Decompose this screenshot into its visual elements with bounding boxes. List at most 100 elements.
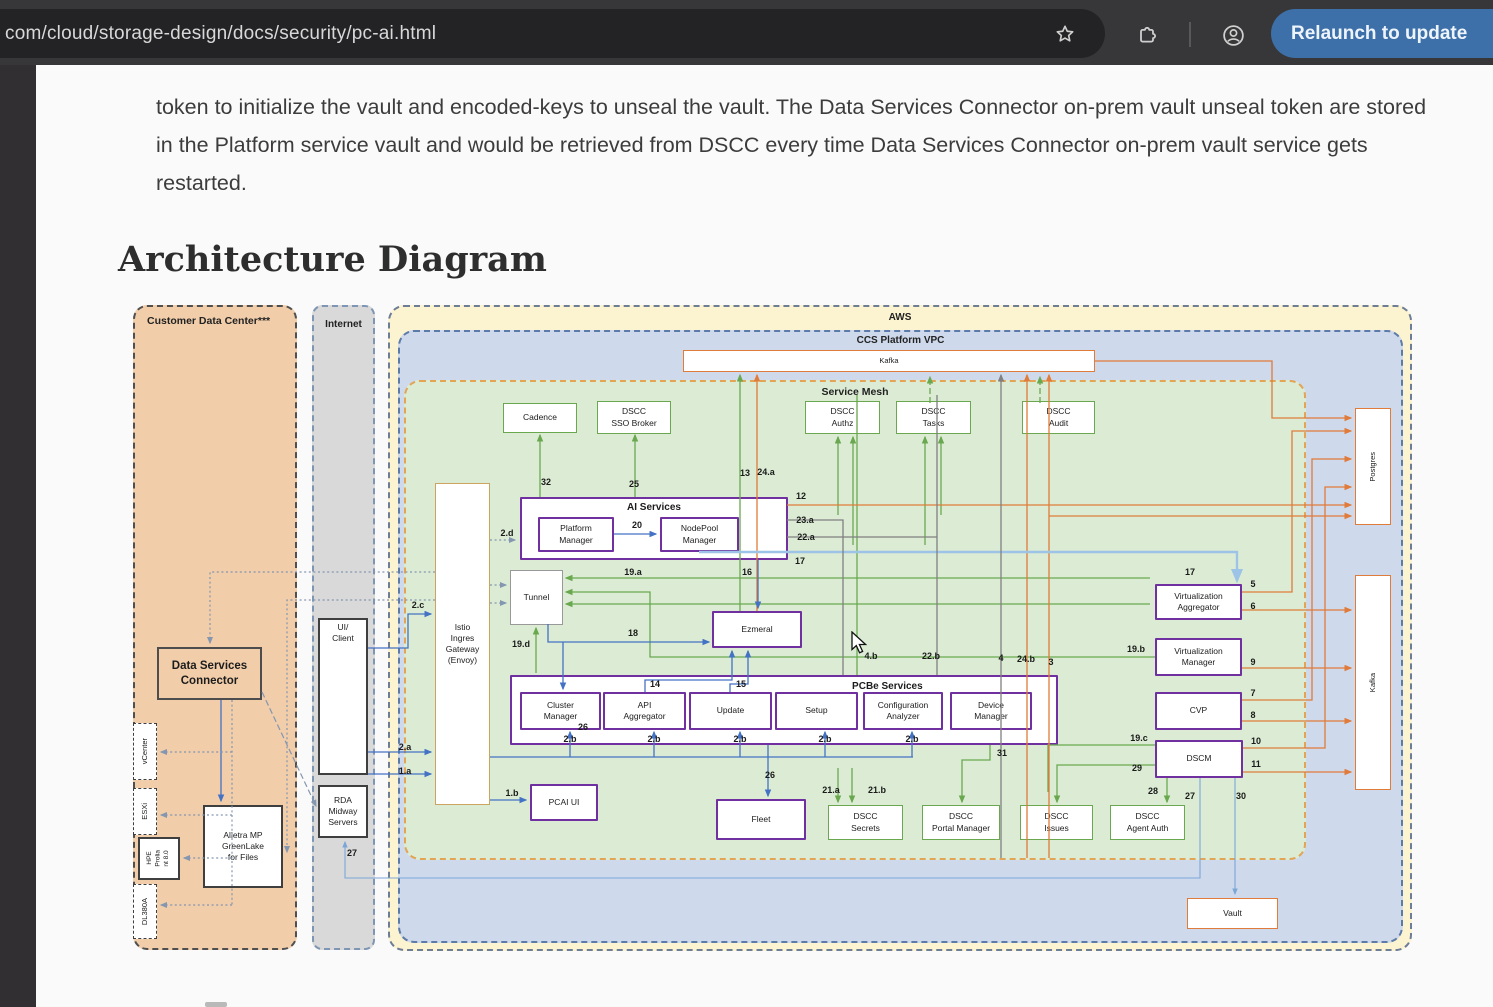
edge-label-10: 10: [1251, 736, 1261, 746]
edge-label-2.b: 2.b: [647, 734, 660, 744]
edge-label-4: 4: [998, 653, 1003, 663]
region-label: Internet: [325, 319, 362, 330]
edge-label-2.b: 2.b: [905, 734, 918, 744]
edge-label-3: 3: [1048, 657, 1053, 667]
edge-label-16: 16: [742, 567, 752, 577]
region-label: CCS Platform VPC: [857, 335, 945, 346]
box-label: AI Services: [627, 499, 681, 514]
edge-label-2.b: 2.b: [563, 734, 576, 744]
region-label: Service Mesh: [821, 386, 888, 398]
box-dscc-authz: DSCC Authz: [805, 401, 880, 434]
box-dscc-issues: DSCC Issues: [1020, 805, 1093, 840]
box-platform-manager: Platform Manager: [538, 517, 614, 552]
box-vcenter: vCenter: [133, 723, 157, 780]
region-label: AWS: [889, 312, 912, 323]
left-dark-strip: [0, 65, 36, 1007]
box-dl380a: DL380A: [133, 884, 157, 939]
edge-label-2.a: 2.a: [399, 742, 412, 752]
edge-label-5: 5: [1250, 579, 1255, 589]
box-ui-client: UI/ Client: [318, 618, 368, 775]
edge-label-27: 27: [347, 848, 357, 858]
edge-label-14: 14: [650, 679, 660, 689]
toolbar-separator: [1189, 22, 1191, 47]
box-label: Ezmeral: [741, 624, 772, 635]
box-label: DSCC Audit: [1046, 406, 1070, 428]
edge-label-11: 11: [1251, 759, 1261, 769]
box-label: DSCC Tasks: [921, 406, 945, 428]
edge-label-8: 8: [1250, 710, 1255, 720]
edge-label-2.b: 2.b: [818, 734, 831, 744]
extensions-icon[interactable]: [1135, 23, 1159, 47]
box-label: Istio Ingres Gateway (Envoy): [446, 622, 480, 666]
box-label: Update: [717, 705, 744, 716]
edge-label-9: 9: [1250, 657, 1255, 667]
box-label: PCAI UI: [549, 797, 580, 808]
box-label: Kafka: [1368, 673, 1378, 692]
box-istio-ingress-gateway: Istio Ingres Gateway (Envoy): [435, 483, 490, 805]
box-alletra-mp-greenlake: Alletra MP GreenLake for Files: [203, 805, 283, 888]
box-label: Platform Manager: [559, 523, 593, 545]
box-label: DSCC SSO Broker: [611, 406, 656, 428]
box-label: Virtualization Manager: [1174, 646, 1223, 668]
box-nodepool-manager: NodePool Manager: [660, 517, 739, 552]
edge-label-19.c: 19.c: [1130, 733, 1148, 743]
edge-label-25: 25: [629, 479, 639, 489]
edge-label-23.a: 23.a: [796, 515, 814, 525]
edge-label-26: 26: [578, 722, 588, 732]
box-rda-midway-servers: RDA Midway Servers: [318, 785, 368, 838]
box-label: HPE Prolia nt 8.0: [146, 850, 171, 867]
box-label: DSCC Agent Auth: [1127, 811, 1169, 833]
box-cadence: Cadence: [503, 403, 577, 433]
box-setup: Setup: [775, 692, 858, 730]
edge-label-24.a: 24.a: [757, 467, 775, 477]
profile-icon[interactable]: [1221, 23, 1246, 48]
box-label: Virtualization Aggregator: [1174, 591, 1223, 613]
box-pcai-ui: PCAI UI: [530, 784, 598, 821]
edge-label-19.d: 19.d: [512, 639, 530, 649]
box-dscc-tasks: DSCC Tasks: [896, 401, 971, 434]
box-postgres: Postgres: [1355, 408, 1391, 525]
box-ezmeral: Ezmeral: [712, 611, 802, 648]
edge-label-15: 15: [736, 679, 746, 689]
box-label: Cluster Manager: [544, 700, 578, 722]
box-label: Tunnel: [524, 592, 550, 603]
edge-label-20: 20: [632, 520, 642, 530]
box-label: Setup: [805, 705, 827, 716]
box-label: ESXi: [140, 803, 150, 820]
edge-label-26: 26: [765, 770, 775, 780]
edge-label-29: 29: [1132, 763, 1142, 773]
box-kafka-top: Kafka: [683, 350, 1095, 372]
relaunch-button[interactable]: Relaunch to update: [1271, 9, 1493, 58]
box-label: UI/ Client: [332, 620, 354, 644]
box-label: Vault: [1223, 908, 1242, 919]
box-label: DL380A: [140, 898, 150, 925]
box-label: CVP: [1190, 705, 1207, 716]
box-tunnel: Tunnel: [510, 570, 563, 625]
url-bar[interactable]: com/cloud/storage-design/docs/security/p…: [0, 9, 1105, 58]
box-label: DSCC Secrets: [851, 811, 880, 833]
box-dscc-secrets: DSCC Secrets: [828, 805, 903, 840]
bookmark-star-icon[interactable]: [1054, 23, 1076, 45]
box-label: DSCM: [1186, 753, 1211, 764]
box-configuration-analyzer: Configuration Analyzer: [863, 692, 943, 730]
box-data-services-connector: Data Services Connector: [157, 647, 262, 700]
edge-label-13: 13: [740, 468, 750, 478]
edge-label-30: 30: [1236, 791, 1246, 801]
box-api-aggregator: API Aggregator: [603, 692, 686, 730]
edge-label-31: 31: [997, 748, 1007, 758]
box-label: Fleet: [752, 814, 771, 825]
box-label: DSCC Portal Manager: [932, 811, 990, 833]
box-dscc-audit: DSCC Audit: [1022, 401, 1095, 434]
box-label: RDA Midway Servers: [328, 795, 357, 828]
box-label: NodePool Manager: [681, 523, 718, 545]
box-kafka-broker: Kafka: [1355, 575, 1391, 790]
edge-label-2.b: 2.b: [733, 734, 746, 744]
mouse-cursor-icon: [851, 631, 873, 657]
edge-label-7: 7: [1250, 688, 1255, 698]
edge-label-24.b: 24.b: [1017, 654, 1035, 664]
box-label: Alletra MP GreenLake for Files: [222, 830, 264, 863]
box-label: DSCC Issues: [1044, 811, 1069, 833]
box-device-manager: Device Manager: [950, 692, 1032, 730]
box-label: PCBe Services: [852, 678, 923, 693]
box-label: DSCC Authz: [830, 406, 854, 428]
